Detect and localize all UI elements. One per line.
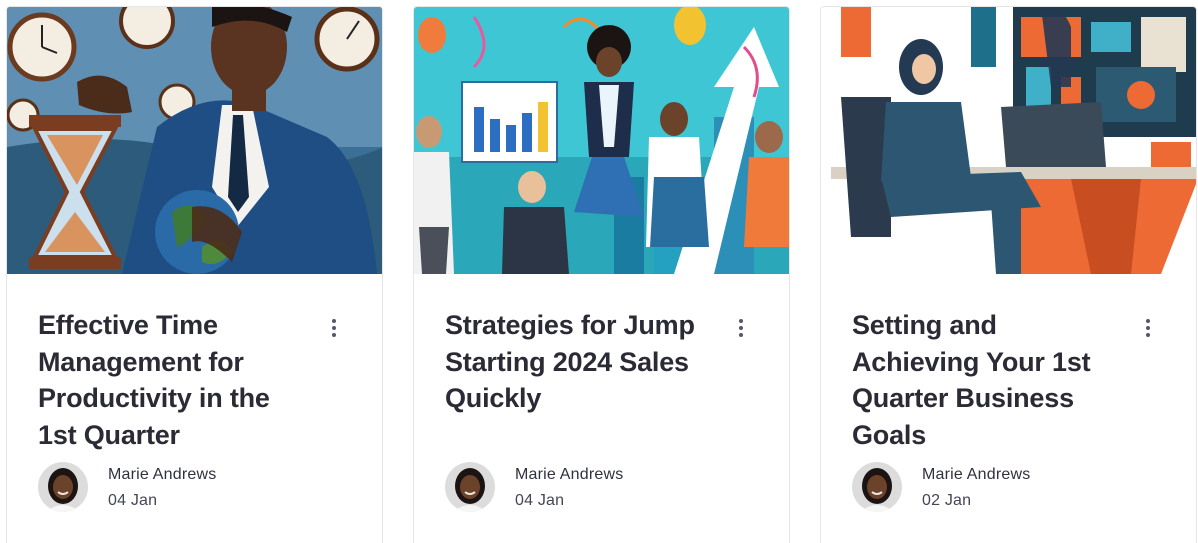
article-title[interactable]: Strategies for Jump Starting 2024 Sales … <box>445 307 715 417</box>
article-card[interactable]: Effective Time Management for Productivi… <box>6 6 383 543</box>
author-name[interactable]: Marie Andrews <box>922 466 1030 484</box>
avatar <box>852 462 902 512</box>
publish-date: 04 Jan <box>108 492 158 509</box>
article-title[interactable]: Setting and Achieving Your 1st Quarter B… <box>852 307 1122 453</box>
more-vertical-icon[interactable] <box>319 313 349 343</box>
avatar <box>445 462 495 512</box>
article-thumbnail[interactable] <box>821 7 1196 274</box>
businesswoman-office-illustration <box>821 7 1196 274</box>
author-name[interactable]: Marie Andrews <box>108 466 216 484</box>
article-card[interactable]: Strategies for Jump Starting 2024 Sales … <box>413 6 790 543</box>
more-vertical-icon[interactable] <box>1133 313 1163 343</box>
publish-date: 02 Jan <box>922 492 972 509</box>
author-name[interactable]: Marie Andrews <box>515 466 623 484</box>
article-card-grid: Effective Time Management for Productivi… <box>0 0 1198 543</box>
publish-date: 04 Jan <box>515 492 565 509</box>
article-thumbnail[interactable] <box>7 7 382 274</box>
celebrating-team-chart-illustration <box>414 7 789 274</box>
article-thumbnail[interactable] <box>414 7 789 274</box>
avatar <box>38 462 88 512</box>
more-vertical-icon[interactable] <box>726 313 756 343</box>
businessman-hourglass-illustration <box>7 7 382 274</box>
article-title[interactable]: Effective Time Management for Productivi… <box>38 307 308 453</box>
article-card[interactable]: Setting and Achieving Your 1st Quarter B… <box>820 6 1197 543</box>
